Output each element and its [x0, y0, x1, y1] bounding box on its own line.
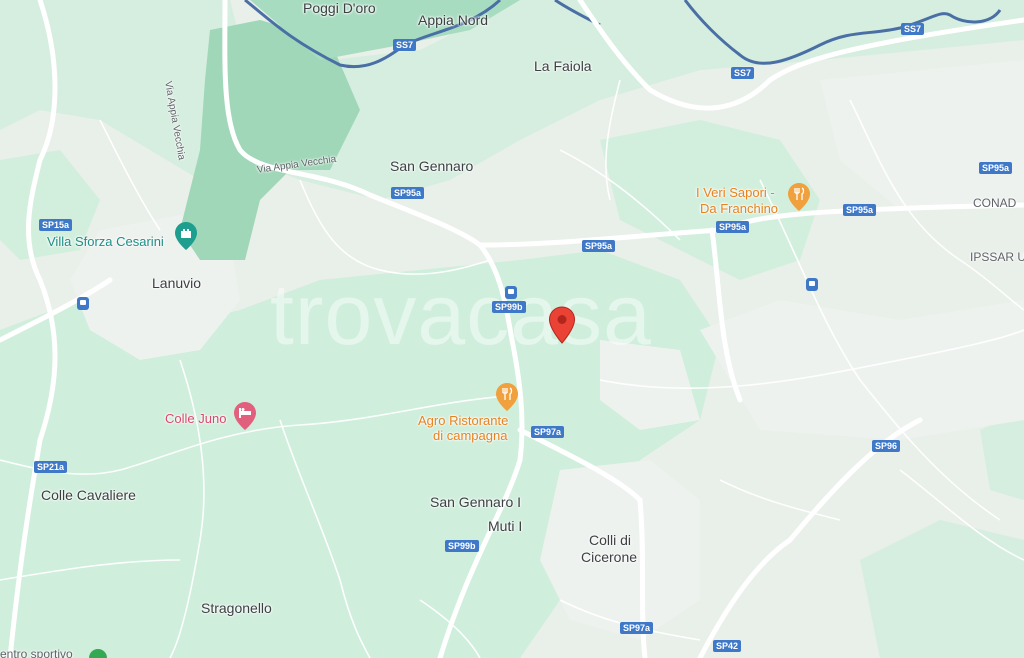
road-shield-ss7: SS7 [393, 39, 417, 51]
restaurant-icon[interactable] [496, 383, 518, 411]
road-shield-sp95a: SP95a [716, 221, 750, 233]
bus-stop-icon[interactable] [77, 297, 89, 310]
poi-label-veri-sapori[interactable]: I Veri Sapori - [696, 185, 775, 200]
road-shield-ss7: SS7 [901, 23, 925, 35]
place-label-poggi-doro: Poggi D'oro [303, 0, 376, 16]
road-shield-sp15a: SP15a [39, 219, 73, 231]
hotel-icon[interactable] [234, 402, 256, 430]
place-label-stragonello: Stragonello [201, 600, 272, 616]
road-shield-sp21a: SP21a [34, 461, 68, 473]
road-shield-sp95a: SP95a [979, 162, 1013, 174]
place-label-colle-cavaliere: Colle Cavaliere [41, 487, 136, 503]
place-label-cicerone: Cicerone [581, 549, 638, 565]
poi-label-agro-ristorante-2[interactable]: di campagna [433, 428, 507, 443]
place-label-lanuvio: Lanuvio [152, 275, 202, 291]
watermark: trovacasa [270, 267, 652, 363]
place-label-san-gennaro-i: San Gennaro I [430, 494, 522, 510]
road-shield-sp99b: SP99b [492, 301, 526, 313]
road-shield-sp95a: SP95a [391, 187, 425, 199]
road-shield-sp99b: SP99b [445, 540, 479, 552]
bus-stop-icon[interactable] [806, 278, 818, 291]
road-shield-sp97a: SP97a [531, 426, 565, 438]
place-label-ipssar: IPSSAR U [970, 250, 1024, 264]
poi-label-veri-sapori-2[interactable]: Da Franchino [700, 201, 778, 216]
green-circle-icon[interactable] [88, 648, 108, 658]
place-label-san-gennaro: San Gennaro [390, 158, 474, 174]
road-shield-sp97a: SP97a [620, 622, 654, 634]
poi-label-agro-ristorante[interactable]: Agro Ristorante [418, 413, 508, 428]
location-pin-icon[interactable] [548, 306, 576, 344]
bus-stop-icon[interactable] [505, 286, 517, 299]
restaurant-icon[interactable] [788, 183, 810, 211]
road-shield-sp42: SP42 [713, 640, 742, 652]
road-shield-sp95a: SP95a [843, 204, 877, 216]
place-label-colli-di: Colli di [589, 532, 632, 548]
attraction-icon[interactable] [175, 222, 197, 250]
place-label-appia-nord: Appia Nord [418, 12, 489, 28]
place-label-muti-i: Muti I [488, 518, 523, 534]
poi-label-colle-juno[interactable]: Colle Juno [165, 411, 226, 427]
place-label-conad: CONAD [973, 196, 1017, 210]
place-label-la-faiola: La Faiola [534, 58, 592, 74]
poi-label-villa-sforza[interactable]: Villa Sforza Cesarini [47, 234, 164, 250]
road-shield-sp95a: SP95a [582, 240, 616, 252]
road-shield-sp96: SP96 [872, 440, 901, 452]
place-label-centro-sportivo: entro sportivo [0, 647, 73, 658]
map-canvas[interactable]: trovacasa Poggi D'oro Appia Nord La Faio… [0, 0, 1024, 658]
road-shield-ss7: SS7 [731, 67, 755, 79]
